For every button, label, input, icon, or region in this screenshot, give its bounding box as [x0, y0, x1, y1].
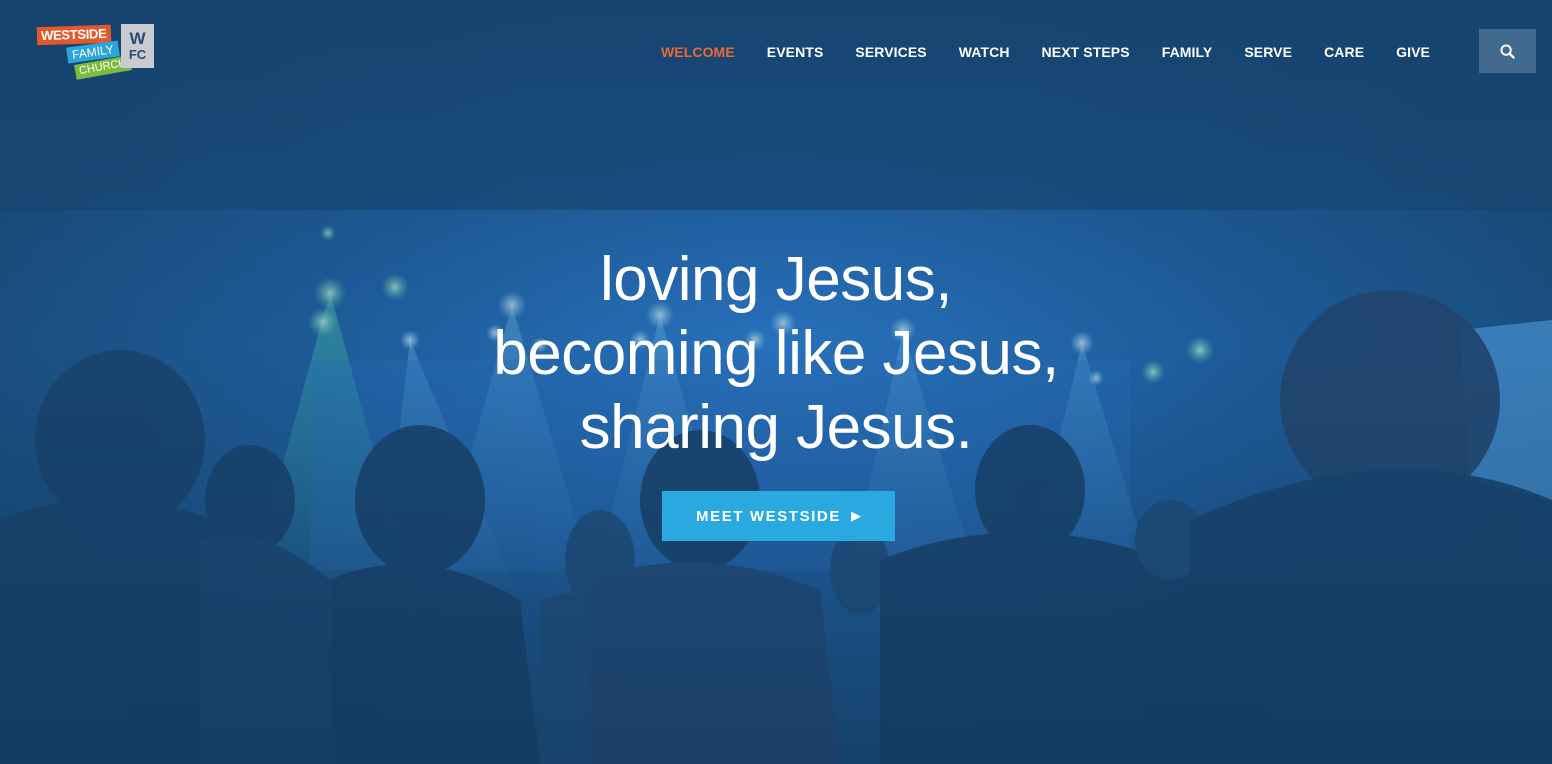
nav-item-care[interactable]: CARE — [1308, 43, 1380, 61]
nav-item-welcome[interactable]: WELCOME — [645, 43, 751, 61]
logo-mark-w: W — [129, 29, 146, 48]
cta-label: MEET WESTSIDE — [696, 507, 841, 525]
search-icon — [1500, 43, 1515, 59]
nav-item-next-steps[interactable]: NEXT STEPS — [1026, 43, 1146, 61]
hero-headline: loving Jesus, becoming like Jesus, shari… — [0, 243, 1552, 465]
site-logo[interactable]: WESTSIDE FAMILY CHURCH W FC — [36, 24, 155, 80]
nav-item-serve[interactable]: SERVE — [1228, 43, 1308, 61]
headline-line-3: sharing Jesus. — [579, 393, 973, 462]
nav-item-give[interactable]: GIVE — [1380, 43, 1446, 61]
nav-item-family[interactable]: FAMILY — [1146, 43, 1229, 61]
meet-westside-button[interactable]: MEET WESTSIDE ▶ — [662, 491, 895, 541]
headline-line-1: loving Jesus, — [600, 245, 952, 314]
headline-line-2: becoming like Jesus, — [493, 319, 1059, 388]
search-button[interactable] — [1479, 29, 1536, 73]
main-nav: WELCOME EVENTS SERVICES WATCH NEXT STEPS… — [645, 43, 1446, 61]
play-icon: ▶ — [850, 508, 861, 523]
logo-mark-fc: FC — [128, 47, 147, 62]
hero-section: WESTSIDE FAMILY CHURCH W FC WELCOME EVEN… — [0, 0, 1552, 764]
nav-item-watch[interactable]: WATCH — [943, 43, 1026, 61]
logo-mark: W FC — [121, 24, 154, 68]
nav-item-events[interactable]: EVENTS — [751, 43, 840, 61]
nav-item-services[interactable]: SERVICES — [839, 43, 942, 61]
